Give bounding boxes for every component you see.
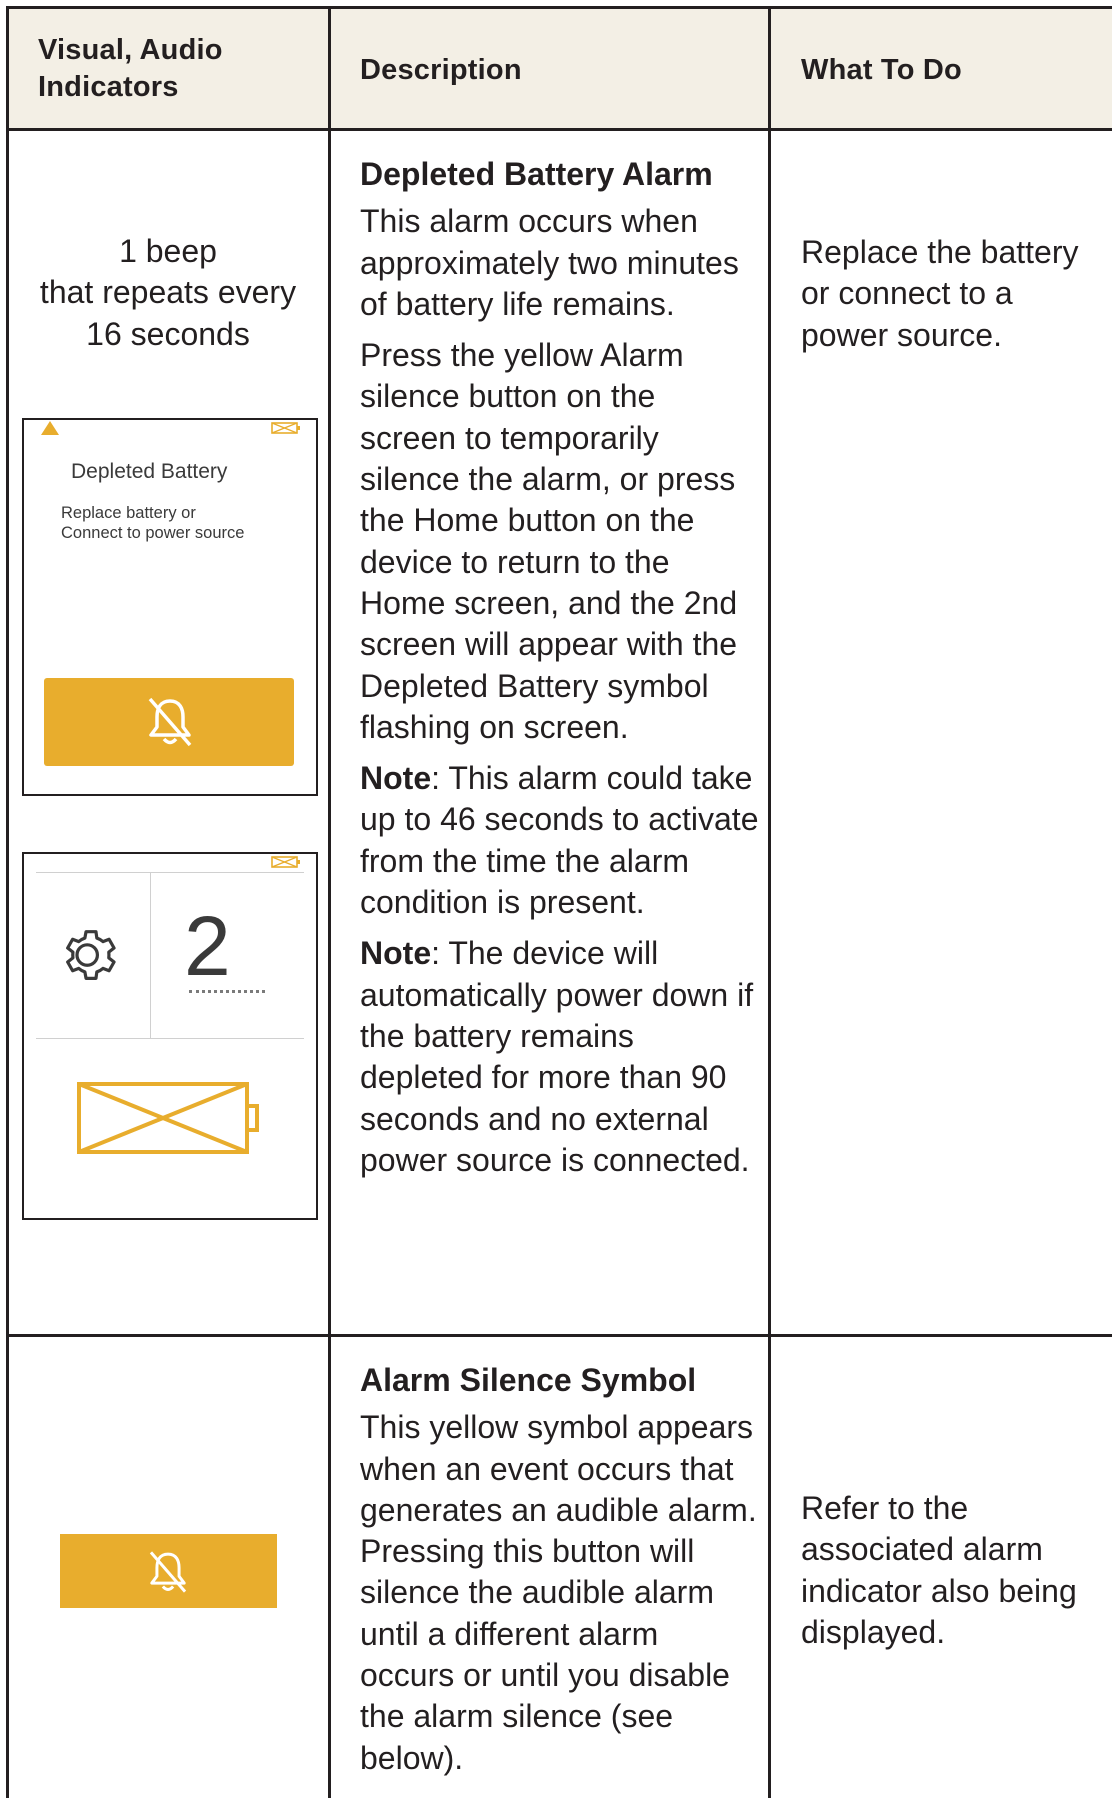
depleted-battery-alarm-screen: Depleted Battery Replace battery or Conn… [22,418,318,796]
note-text: : The device will automatically power do… [360,935,754,1178]
warning-triangle-icon [41,421,59,435]
bell-slash-icon [149,1551,187,1593]
action-text: Replace the battery or connect to a powe… [801,234,1079,353]
alarm-title: Depleted Battery Alarm [360,156,713,192]
column-divider-2 [768,6,771,1798]
battery-depleted-large-icon [77,1082,259,1154]
note-label: Note [360,935,432,972]
gear-icon[interactable] [56,920,126,990]
table-border-top [6,6,1112,9]
table-border-left [6,6,9,1798]
action-text: Refer to the associated alarm indicator … [801,1490,1077,1650]
alarm-silence-symbol [60,1534,277,1608]
bell-slash-icon [148,697,192,747]
audio-indicator-text: 1 beep that repeats every 16 seconds [39,233,297,352]
screen-divider-top [36,872,304,873]
note-paragraph: Note: This alarm could take up to 46 sec… [360,758,760,923]
description-paragraph: Press the yellow Alarm silence button on… [360,337,738,745]
header-description: Description [360,54,522,86]
battery-empty-icon [271,422,300,434]
alarm-title: Alarm Silence Symbol [360,1362,697,1398]
column-divider-1 [328,6,331,1798]
setting-value-number: 2 [184,899,231,993]
header-divider [6,128,1112,131]
row-divider [6,1334,1112,1337]
setting-value-underline [189,990,265,993]
description-paragraph: This yellow symbol appears when an event… [360,1409,757,1776]
note-paragraph: Note: The device will automatically powe… [360,933,760,1181]
screen-divider-middle [36,1038,304,1039]
note-label: Note [360,760,432,797]
battery-empty-small-icon [271,856,300,868]
alarm-silence-button[interactable] [44,678,294,766]
header-visual-audio: Visual, Audio Indicators [38,34,223,103]
indicator-table: Visual, Audio Indicators Description Wha… [0,0,1112,1798]
screen-divider-vertical [150,872,151,1038]
alarm-screen-subtitle: Replace battery or Connect to power sour… [61,504,245,542]
home-screen-depleted-battery: 2 [22,852,318,1220]
description-cell-alarm-silence: Alarm Silence Symbol This yellow symbol … [360,1360,760,1789]
alarm-screen-title: Depleted Battery [71,460,228,483]
description-paragraph: This alarm occurs when approximately two… [360,203,739,322]
description-cell-depleted-battery: Depleted Battery Alarm This alarm occurs… [360,154,760,1191]
header-what-to-do: What To Do [801,54,962,86]
